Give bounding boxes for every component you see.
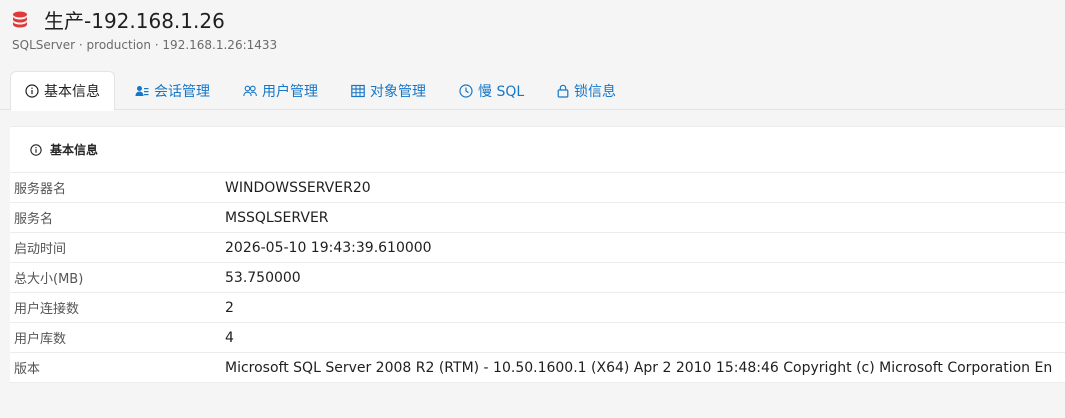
row-label: 服务名: [14, 212, 54, 227]
tab-object-management[interactable]: 对象管理: [351, 71, 426, 110]
info-row-user-databases: 用户库数 4: [10, 323, 1065, 353]
tab-label: 慢 SQL: [478, 83, 525, 100]
row-value: 2: [225, 299, 234, 316]
tab-label: 用户管理: [262, 83, 318, 100]
users-icon: [243, 85, 257, 96]
tab-label: 会话管理: [154, 83, 210, 100]
info-row-service-name: 服务名 MSSQLSERVER: [10, 203, 1065, 233]
tab-label: 锁信息: [574, 83, 616, 100]
tab-basic-info[interactable]: 基本信息: [10, 71, 115, 111]
row-label: 版本: [14, 362, 41, 377]
info-icon: [30, 143, 42, 156]
row-value: 53.750000: [225, 269, 301, 286]
table-icon: [351, 84, 365, 97]
row-label: 用户库数: [14, 332, 67, 347]
basic-info-card: 基本信息 服务器名 WINDOWSSERVER20 服务名 MSSQLSERVE…: [10, 126, 1065, 383]
card-title: 基本信息: [50, 143, 99, 157]
row-label: 用户连接数: [14, 302, 80, 317]
lock-icon: [557, 84, 569, 98]
tab-slow-sql[interactable]: 慢 SQL: [459, 71, 524, 110]
info-row-user-connections: 用户连接数 2: [10, 293, 1065, 323]
clock-icon: [459, 83, 473, 98]
card-header: 基本信息: [10, 127, 1065, 173]
connection-subtitle: SQLServer · production · 192.168.1.26:14…: [12, 38, 278, 52]
tab-lock-info[interactable]: 锁信息: [557, 71, 616, 110]
row-value: WINDOWSSERVER20: [225, 179, 371, 196]
tab-label: 对象管理: [370, 83, 426, 100]
page-title: 生产-192.168.1.26: [44, 9, 225, 33]
info-row-start-time: 启动时间 2026-05-10 19:43:39.610000: [10, 233, 1065, 263]
tab-session-management[interactable]: 会话管理: [135, 71, 210, 110]
tab-user-management[interactable]: 用户管理: [243, 71, 318, 110]
info-icon: [25, 84, 39, 98]
info-row-server-name: 服务器名 WINDOWSSERVER20: [10, 173, 1065, 203]
tab-bar: 基本信息 会话管理 用户管理 对象管理 慢 SQL 锁信息: [0, 71, 1065, 111]
tab-label: 基本信息: [44, 84, 100, 100]
row-value: 4: [225, 329, 234, 346]
row-value: MSSQLSERVER: [225, 209, 329, 226]
info-row-total-size: 总大小(MB) 53.750000: [10, 263, 1065, 293]
row-label: 服务器名: [14, 182, 67, 197]
page-header: 生产-192.168.1.26 SQLServer · production ·…: [0, 0, 1065, 66]
row-value: Microsoft SQL Server 2008 R2 (RTM) - 10.…: [225, 359, 1053, 376]
row-value: 2026-05-10 19:43:39.610000: [225, 239, 432, 256]
session-icon: [135, 85, 149, 96]
info-row-version: 版本 Microsoft SQL Server 2008 R2 (RTM) - …: [10, 353, 1065, 383]
database-icon: [13, 11, 27, 28]
row-label: 总大小(MB): [14, 272, 84, 287]
row-label: 启动时间: [14, 242, 67, 257]
